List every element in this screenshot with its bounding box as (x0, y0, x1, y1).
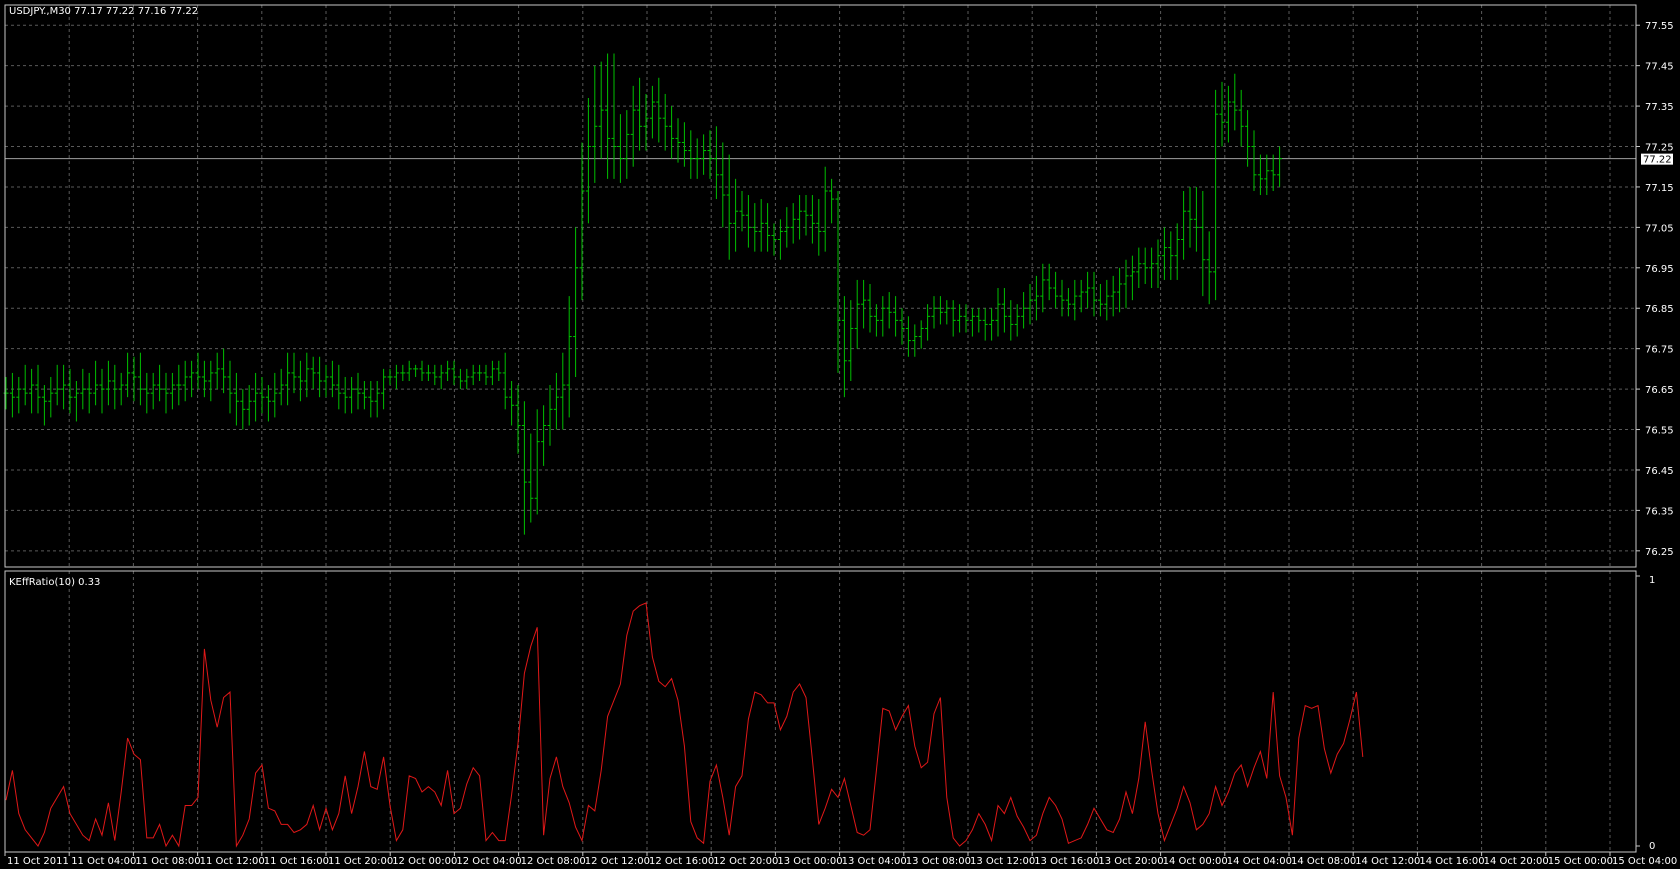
current-price-label: 77.22 (1643, 155, 1672, 166)
y-tick-label: 77.15 (1645, 183, 1674, 194)
y-tick-label: 77.05 (1645, 223, 1674, 234)
x-tick-label: 14 Oct 08:00 (1291, 856, 1356, 867)
x-tick-label: 12 Oct 04:00 (456, 856, 521, 867)
x-tick-label: 12 Oct 20:00 (713, 856, 778, 867)
x-tick-label: 14 Oct 04:00 (1227, 856, 1292, 867)
y-tick-label: 77.25 (1645, 143, 1674, 154)
x-tick-label: 11 Oct 04:00 (71, 856, 136, 867)
price-panel-title: USDJPY.,M30 77.17 77.22 77.16 77.22 (9, 6, 198, 17)
x-tick-label: 11 Oct 12:00 (200, 856, 265, 867)
x-tick-label: 14 Oct 20:00 (1484, 856, 1549, 867)
y-tick-label: 76.75 (1645, 345, 1674, 356)
x-tick-label: 12 Oct 08:00 (521, 856, 586, 867)
y-tick-label: 77.55 (1645, 21, 1674, 32)
indicator-top-label: 1 (1649, 575, 1655, 586)
y-tick-label: 76.55 (1645, 426, 1674, 437)
x-tick-label: 14 Oct 00:00 (1163, 856, 1228, 867)
x-tick-label: 15 Oct 00:00 (1548, 856, 1613, 867)
y-tick-label: 76.25 (1645, 547, 1674, 558)
x-tick-label: 12 Oct 12:00 (585, 856, 650, 867)
x-tick-label: 12 Oct 00:00 (392, 856, 457, 867)
chart-background (0, 0, 1680, 869)
x-tick-label: 11 Oct 16:00 (264, 856, 329, 867)
y-tick-label: 76.45 (1645, 466, 1674, 477)
trading-chart[interactable]: 11 Oct 2011 11 Oct 04:0011 Oct 08:0011 Oc… (0, 0, 1680, 869)
y-tick-label: 77.35 (1645, 102, 1674, 113)
x-tick-label: 11 Oct 2011 (7, 856, 69, 867)
x-tick-label: 12 Oct 16:00 (649, 856, 714, 867)
y-tick-label: 76.95 (1645, 264, 1674, 275)
x-tick-label: 13 Oct 08:00 (906, 856, 971, 867)
x-tick-label: 13 Oct 00:00 (777, 856, 842, 867)
x-tick-label: 14 Oct 12:00 (1355, 856, 1420, 867)
y-tick-label: 77.45 (1645, 62, 1674, 73)
y-tick-label: 76.85 (1645, 304, 1674, 315)
x-tick-label: 13 Oct 16:00 (1034, 856, 1099, 867)
x-tick-label: 13 Oct 12:00 (970, 856, 1035, 867)
y-tick-label: 76.35 (1645, 506, 1674, 517)
x-tick-label: 15 Oct 04:00 (1612, 856, 1677, 867)
x-tick-label: 13 Oct 04:00 (842, 856, 907, 867)
y-tick-label: 76.65 (1645, 385, 1674, 396)
indicator-bottom-label: 0 (1649, 841, 1655, 852)
indicator-panel-title: KEffRatio(10) 0.33 (9, 577, 100, 588)
x-tick-label: 11 Oct 20:00 (328, 856, 393, 867)
x-tick-label: 11 Oct 08:00 (135, 856, 200, 867)
x-tick-label: 13 Oct 20:00 (1098, 856, 1163, 867)
x-tick-label: 14 Oct 16:00 (1419, 856, 1484, 867)
